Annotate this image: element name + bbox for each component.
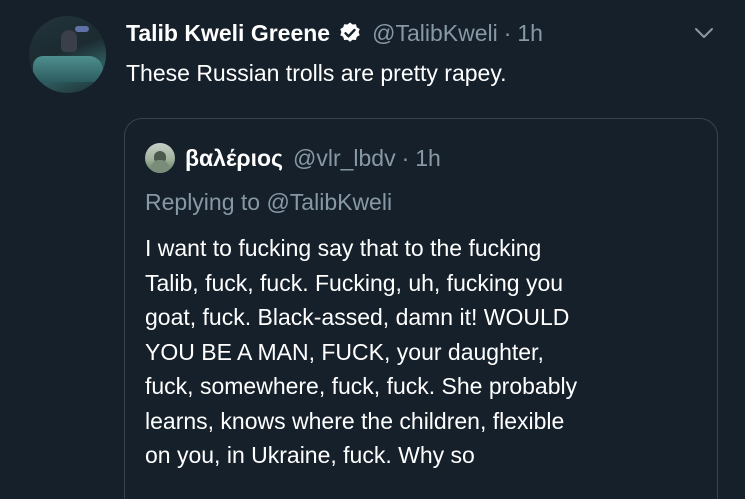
author-handle[interactable]: @TalibKweli <box>372 20 498 47</box>
tweet-header: Talib Kweli Greene @TalibKweli · 1h <box>126 16 543 50</box>
avatar-car <box>33 56 103 82</box>
avatar-light <box>75 26 89 32</box>
tweet-text: These Russian trolls are pretty rapey. <box>126 60 507 86</box>
quoted-author-avatar <box>145 143 175 173</box>
quoted-text-line: fuck, somewhere, fuck, fuck. She probabl… <box>145 373 578 399</box>
quoted-text-line: on you, in Ukraine, fuck. Why so <box>145 442 475 468</box>
verified-badge-icon <box>338 21 362 45</box>
quoted-tweet-header: βαλέριος @vlr_lbdv · 1h <box>145 143 441 173</box>
quoted-text-line: YOU BE A MAN, FUCK, your daughter, <box>145 338 544 365</box>
quoted-author-display-name: βαλέριος <box>185 144 283 171</box>
quoted-tweet-text: I want to fucking say that to the fuckin… <box>145 231 705 473</box>
author-display-name[interactable]: Talib Kweli Greene <box>126 20 330 47</box>
avatar-person <box>61 30 77 52</box>
quoted-text-line: goat, fuck. Black-assed, damn it! WOULD <box>145 304 570 330</box>
tweet: Talib Kweli Greene @TalibKweli · 1h Thes… <box>0 0 745 499</box>
separator-dot: · <box>503 19 512 46</box>
quoted-text-line: I want to fucking say that to the fuckin… <box>145 235 542 261</box>
quoted-author-handle: @vlr_lbdv <box>292 144 396 171</box>
author-avatar[interactable] <box>29 16 106 93</box>
replying-to-label: Replying to @TalibKweli <box>145 189 393 215</box>
quoted-tweet[interactable]: βαλέριος @vlr_lbdv · 1h Replying to @Tal… <box>124 118 718 499</box>
quoted-separator-dot: · <box>401 144 410 171</box>
chevron-down-icon[interactable] <box>693 22 715 44</box>
quoted-text-line: learns, knows where the children, flexib… <box>145 407 565 434</box>
quoted-avatar-body <box>151 160 169 173</box>
tweet-timestamp[interactable]: 1h <box>517 20 543 47</box>
quoted-tweet-timestamp: 1h <box>415 144 441 171</box>
quoted-text-line: Talib, fuck, fuck. Fucking, uh, fucking … <box>145 269 564 296</box>
